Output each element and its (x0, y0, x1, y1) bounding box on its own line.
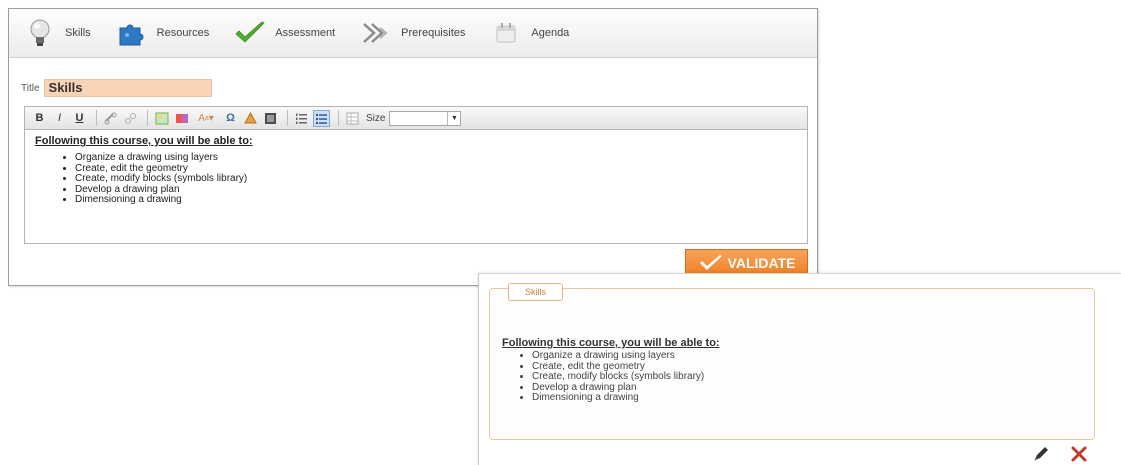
skills-editor-panel: Skills Resources Assessment Prerequisite… (8, 8, 818, 286)
link-button[interactable] (102, 110, 119, 127)
editor-tabbar: Skills Resources Assessment Prerequisite… (9, 9, 817, 58)
toolbar-separator (338, 110, 339, 126)
italic-button[interactable]: I (51, 110, 68, 127)
tab-assessment[interactable]: Assessment (233, 16, 335, 50)
image-button[interactable] (153, 110, 170, 127)
list-item: Create, modify blocks (symbols library) (532, 371, 704, 383)
media-button[interactable] (262, 110, 279, 127)
tab-prerequisites-label: Prerequisites (401, 27, 466, 39)
list-item: Dimensioning a drawing (75, 194, 797, 206)
tab-resources[interactable]: Resources (115, 16, 210, 50)
tab-assessment-label: Assessment (275, 27, 336, 39)
chevron-down-icon: ▼ (447, 111, 460, 125)
toolbar-separator (96, 110, 97, 126)
title-label: Title (21, 82, 40, 94)
toolbar-separator (147, 110, 148, 126)
tab-agenda-label: Agenda (531, 27, 570, 39)
tab-prerequisites[interactable]: Prerequisites (359, 16, 465, 50)
editor-content-area[interactable]: Following this course, you will be able … (24, 130, 808, 244)
delete-button[interactable] (1069, 444, 1089, 464)
font-size-select[interactable]: ▼ (389, 110, 462, 126)
font-style-button[interactable]: Aa ▾ (193, 110, 219, 127)
list-item: Create, modify blocks (symbols library) (75, 173, 797, 185)
list-item: Dimensioning a drawing (532, 392, 704, 404)
text-color-button[interactable] (173, 110, 190, 127)
rich-text-toolbar: B I U Aa ▾ Ω Size ▼ (24, 106, 808, 130)
skills-preview-panel: Skills Following this course, you will b… (478, 273, 1121, 465)
card-tab-skills: Skills (508, 283, 563, 301)
unlink-button[interactable] (122, 110, 139, 127)
title-input[interactable]: Skills (43, 79, 212, 97)
content-list: Organize a drawing using layers Create, … (35, 152, 797, 206)
close-icon (1071, 446, 1087, 462)
clean-format-button[interactable] (242, 110, 259, 127)
calendar-icon (489, 16, 523, 50)
puzzle-icon (115, 16, 149, 50)
list-item: Develop a drawing plan (75, 184, 797, 196)
table-button[interactable] (344, 110, 361, 127)
double-arrow-icon (359, 16, 393, 50)
toolbar-separator (287, 110, 288, 126)
tab-resources-label: Resources (156, 27, 210, 39)
skills-card: Skills Following this course, you will b… (489, 283, 1095, 440)
title-row: Title Skills (21, 79, 212, 97)
bullet-list-button[interactable] (313, 109, 330, 127)
pencil-icon (1034, 447, 1048, 461)
numbered-list-button[interactable] (293, 110, 310, 127)
lightbulb-icon (23, 16, 57, 50)
check-icon (699, 255, 722, 270)
card-list: Organize a drawing using layers Create, … (504, 350, 704, 404)
checkmark-icon (233, 16, 267, 50)
list-item: Organize a drawing using layers (75, 152, 797, 164)
content-heading: Following this course, you will be able … (35, 135, 253, 147)
card-heading: Following this course, you will be able … (502, 337, 720, 349)
validate-label: VALIDATE (727, 255, 796, 271)
underline-button[interactable]: U (71, 110, 88, 127)
tab-agenda[interactable]: Agenda (489, 16, 569, 50)
tab-skills[interactable]: Skills (23, 16, 91, 50)
size-label: Size (366, 112, 386, 124)
list-item: Organize a drawing using layers (532, 350, 704, 362)
special-char-button[interactable]: Ω (222, 110, 239, 127)
tab-skills-label: Skills (65, 27, 91, 39)
edit-button[interactable] (1031, 444, 1051, 464)
bold-button[interactable]: B (31, 110, 48, 127)
